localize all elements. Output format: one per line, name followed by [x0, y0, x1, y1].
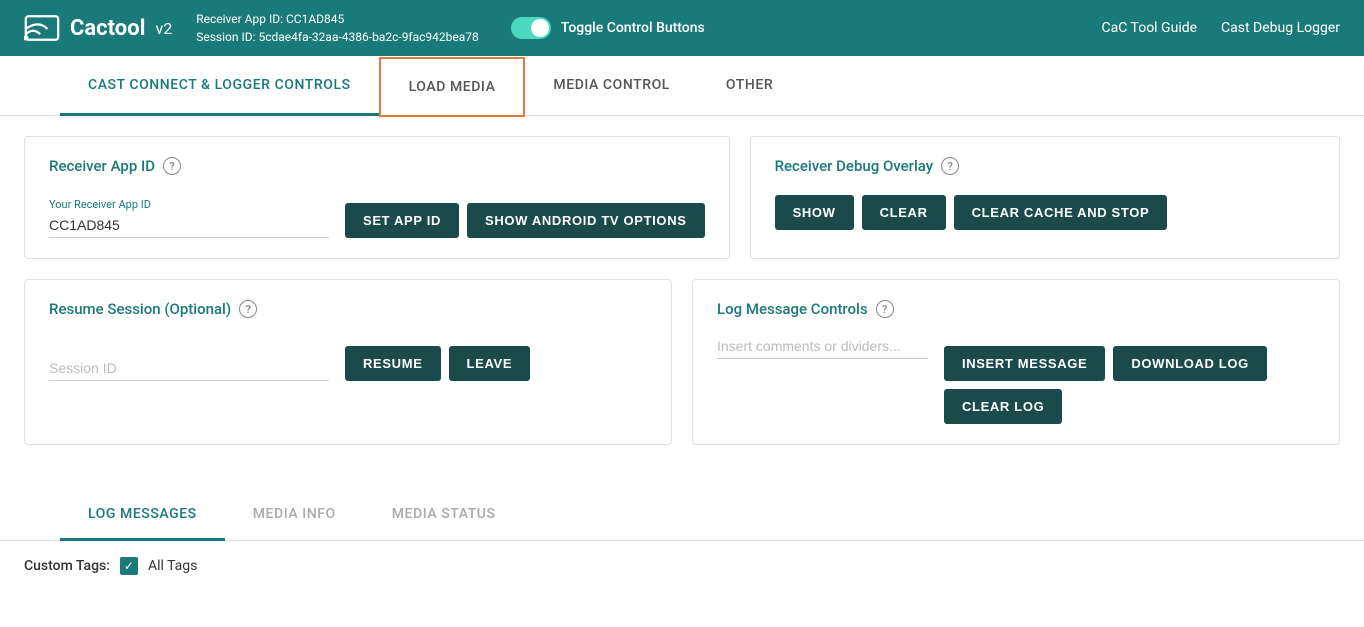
log-message-controls-help-icon[interactable]: ? [876, 300, 894, 318]
insert-message-button[interactable]: INSERT MESSAGE [944, 346, 1105, 381]
toggle-control-buttons[interactable] [511, 17, 551, 39]
toggle-label: Toggle Control Buttons [561, 20, 705, 36]
tab-log-messages[interactable]: LOG MESSAGES [60, 490, 225, 541]
session-id-info: Session ID: 5cdae4fa-32aa-4386-ba2c-9fac… [196, 28, 479, 46]
receiver-debug-title: Receiver Debug Overlay ? [775, 157, 1315, 175]
tab-load-media[interactable]: LOAD MEDIA [379, 57, 526, 117]
tab-media-status[interactable]: MEDIA STATUS [364, 490, 524, 541]
receiver-debug-btn-row: SHOW CLEAR CLEAR CACHE AND STOP [775, 195, 1315, 230]
receiver-app-id-input-group: Your Receiver App ID [49, 198, 329, 238]
tab-media-control[interactable]: MEDIA CONTROL [525, 57, 698, 116]
custom-tags-row: Custom Tags: All Tags [0, 541, 1364, 591]
receiver-app-id-help-icon[interactable]: ? [163, 157, 181, 175]
receiver-app-id-input-label: Your Receiver App ID [49, 198, 329, 211]
bottom-tabs: LOG MESSAGES MEDIA INFO MEDIA STATUS [0, 489, 1364, 541]
show-android-tv-button[interactable]: SHOW ANDROID TV OPTIONS [467, 203, 705, 238]
show-debug-button[interactable]: SHOW [775, 195, 854, 230]
resume-session-card: Resume Session (Optional) ? RESUME LEAVE [24, 279, 672, 445]
resume-session-title: Resume Session (Optional) ? [49, 300, 647, 318]
receiver-app-id-input[interactable] [49, 213, 329, 238]
cast-logo-icon [24, 14, 60, 42]
resume-session-help-icon[interactable]: ? [239, 300, 257, 318]
receiver-app-id-content: Your Receiver App ID SET APP ID SHOW AND… [49, 191, 705, 238]
main-content: Receiver App ID ? Your Receiver App ID S… [0, 116, 1364, 485]
all-tags-checkbox[interactable] [120, 557, 138, 575]
nav-guide-link[interactable]: CaC Tool Guide [1102, 20, 1198, 36]
all-tags-label: All Tags [148, 558, 197, 574]
receiver-app-id-title: Receiver App ID ? [49, 157, 705, 175]
resume-session-btn-row: RESUME LEAVE [345, 346, 530, 381]
clear-log-button[interactable]: CLEAR LOG [944, 389, 1062, 424]
receiver-debug-card: Receiver Debug Overlay ? SHOW CLEAR CLEA… [750, 136, 1340, 259]
header: Cactool v2 Receiver App ID: CC1AD845 Ses… [0, 0, 1364, 56]
log-controls-btn-row: INSERT MESSAGE DOWNLOAD LOG CLEAR LOG [944, 346, 1315, 424]
resume-button[interactable]: RESUME [345, 346, 441, 381]
top-cards-row: Receiver App ID ? Your Receiver App ID S… [24, 136, 1340, 259]
receiver-app-id-card: Receiver App ID ? Your Receiver App ID S… [24, 136, 730, 259]
comment-input[interactable] [717, 334, 928, 359]
receiver-app-id-info: Receiver App ID: CC1AD845 [196, 10, 479, 28]
leave-button[interactable]: LEAVE [449, 346, 531, 381]
main-tabs: CAST CONNECT & LOGGER CONTROLS LOAD MEDI… [0, 56, 1364, 116]
resume-session-content: RESUME LEAVE [49, 334, 647, 381]
tab-cast-connect[interactable]: CAST CONNECT & LOGGER CONTROLS [60, 57, 379, 116]
session-id-input[interactable] [49, 356, 329, 381]
log-message-controls-card: Log Message Controls ? INSERT MESSAGE DO… [692, 279, 1340, 445]
receiver-debug-help-icon[interactable]: ? [941, 157, 959, 175]
toggle-area[interactable]: Toggle Control Buttons [511, 17, 705, 39]
app-version: v2 [155, 19, 172, 38]
app-title: Cactool [70, 16, 145, 41]
header-info: Receiver App ID: CC1AD845 Session ID: 5c… [196, 10, 479, 46]
clear-cache-stop-button[interactable]: CLEAR CACHE AND STOP [954, 195, 1168, 230]
receiver-app-id-btn-row: SET APP ID SHOW ANDROID TV OPTIONS [345, 203, 705, 238]
log-message-controls-title: Log Message Controls ? [717, 300, 1315, 318]
nav-logger-link[interactable]: Cast Debug Logger [1221, 20, 1340, 36]
log-controls-content: INSERT MESSAGE DOWNLOAD LOG CLEAR LOG [717, 334, 1315, 424]
tab-media-info[interactable]: MEDIA INFO [225, 490, 364, 541]
header-nav: CaC Tool Guide Cast Debug Logger [1102, 20, 1341, 36]
logo: Cactool v2 [24, 14, 172, 42]
clear-debug-button[interactable]: CLEAR [862, 195, 946, 230]
set-app-id-button[interactable]: SET APP ID [345, 203, 459, 238]
tab-other[interactable]: OTHER [698, 57, 801, 116]
download-log-button[interactable]: DOWNLOAD LOG [1113, 346, 1267, 381]
custom-tags-label: Custom Tags: [24, 558, 110, 574]
bottom-cards-row: Resume Session (Optional) ? RESUME LEAVE… [24, 279, 1340, 445]
